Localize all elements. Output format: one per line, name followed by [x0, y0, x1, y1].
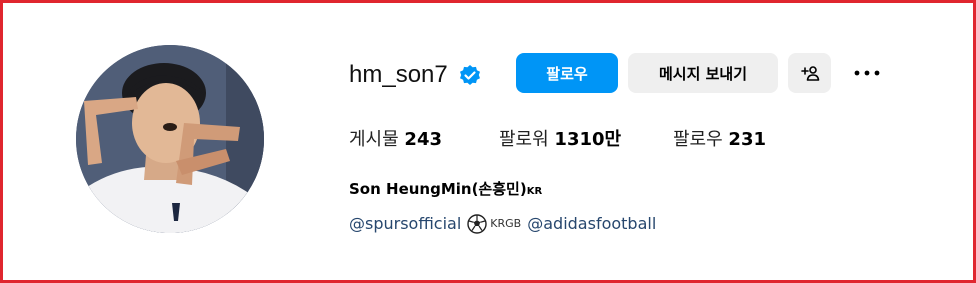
posts-count: 게시물 243 — [349, 127, 442, 153]
bio-links: @spursofficial KRGB @adidasfootball — [349, 212, 656, 236]
profile-avatar[interactable] — [76, 45, 264, 233]
followers-label: 팔로워 — [499, 129, 549, 150]
ellipsis-icon[interactable] — [851, 61, 883, 85]
full-name: Son HeungMin(손흥민)KR — [349, 178, 542, 199]
posts-label: 게시물 — [349, 129, 399, 150]
flag-text: KRGB — [490, 217, 522, 230]
verified-badge-icon — [460, 65, 480, 85]
add-user-button[interactable] — [788, 53, 831, 93]
followers-count[interactable]: 팔로워 1310만 — [499, 127, 621, 153]
mention-adidasfootball[interactable]: @adidasfootball — [527, 212, 656, 236]
mention-spursofficial[interactable]: @spursofficial — [349, 212, 461, 236]
soccer-ball-icon — [467, 214, 487, 234]
followers-value: 1310만 — [554, 129, 622, 150]
message-button[interactable]: 메시지 보내기 — [628, 53, 778, 93]
username: hm_son7 — [349, 61, 448, 88]
profile-photo — [76, 45, 264, 233]
following-value: 231 — [728, 129, 766, 150]
add-person-icon — [800, 66, 819, 81]
following-count[interactable]: 팔로우 231 — [673, 127, 766, 153]
follow-button[interactable]: 팔로우 — [516, 53, 618, 93]
following-label: 팔로우 — [673, 129, 723, 150]
posts-value: 243 — [404, 129, 442, 150]
name-flag: KR — [526, 186, 543, 197]
full-name-text: Son HeungMin(손흥민) — [349, 180, 527, 198]
